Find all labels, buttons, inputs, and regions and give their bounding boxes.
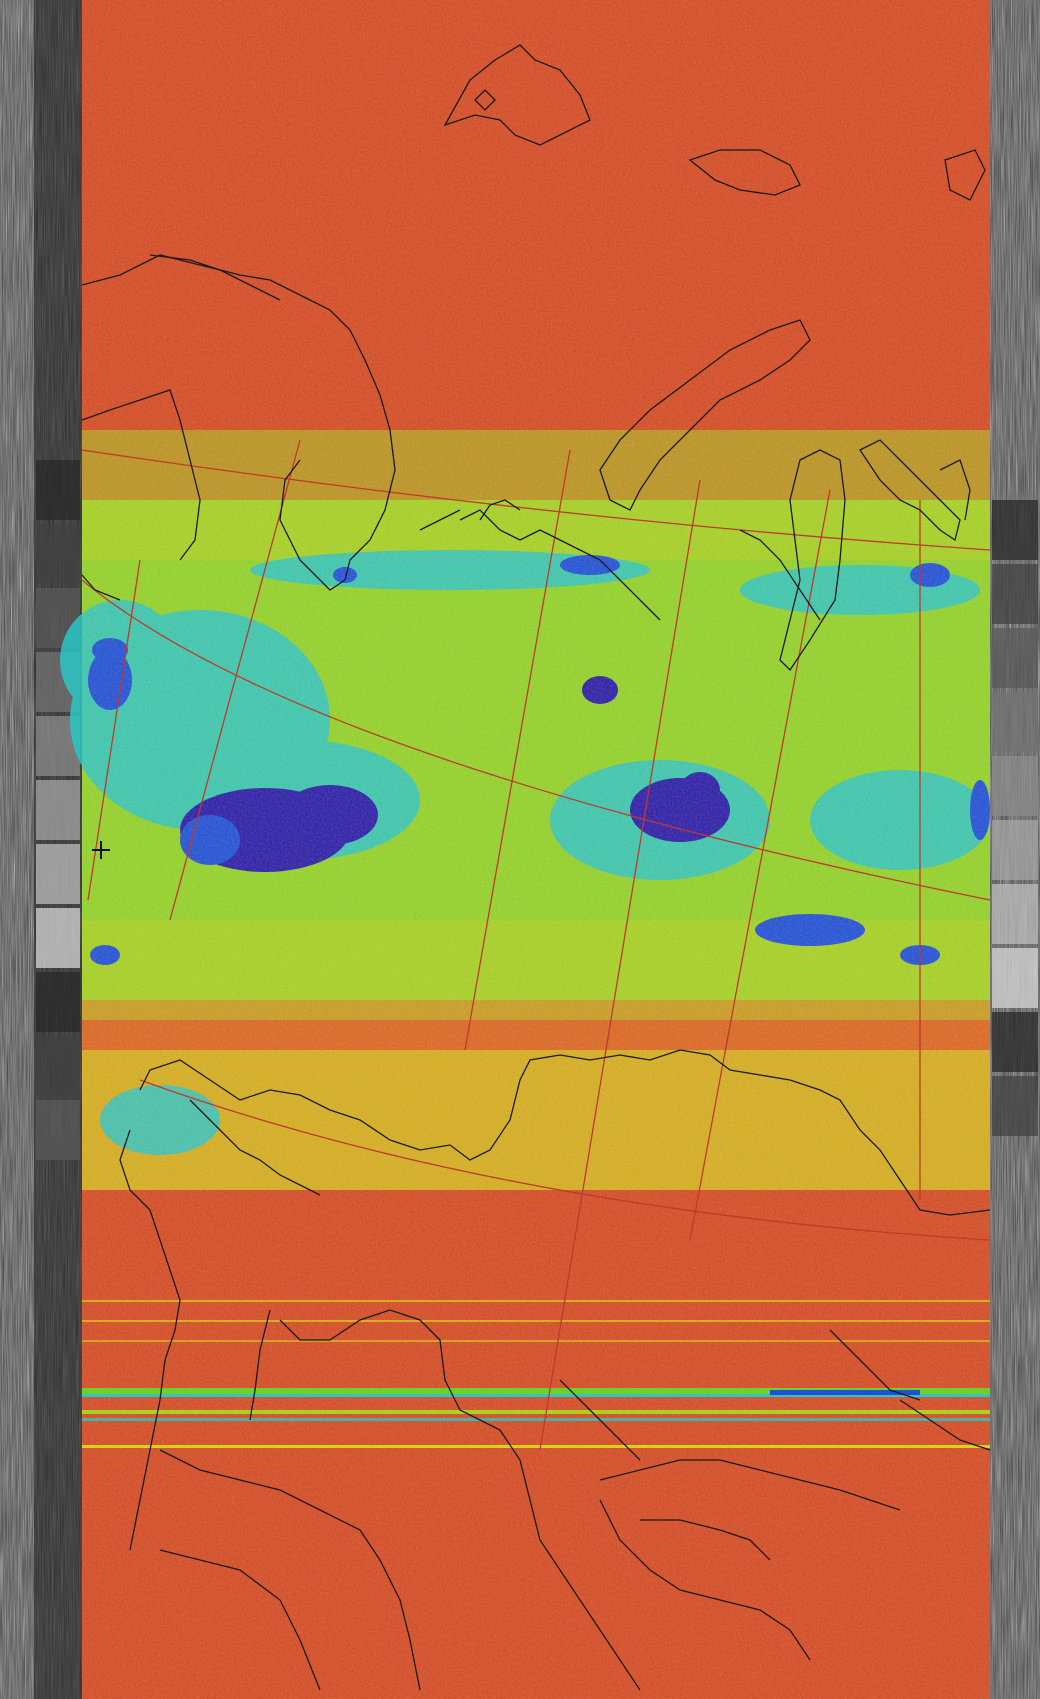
telemetry-wedge bbox=[36, 908, 80, 968]
right-telemetry-strip bbox=[990, 0, 1040, 1699]
telemetry-wedge bbox=[992, 628, 1038, 688]
telemetry-wedge bbox=[992, 820, 1038, 880]
telemetry-wedge bbox=[36, 844, 80, 904]
left-telemetry-strip bbox=[0, 0, 82, 1699]
telemetry-wedge bbox=[36, 460, 80, 520]
telemetry-wedge bbox=[36, 972, 80, 1032]
telemetry-wedge bbox=[36, 780, 80, 840]
telemetry-wedge bbox=[992, 756, 1038, 816]
telemetry-wedge bbox=[36, 524, 80, 584]
telemetry-wedge bbox=[992, 884, 1038, 944]
telemetry-wedge bbox=[992, 1012, 1038, 1072]
telemetry-wedge bbox=[992, 564, 1038, 624]
thermal-image-area bbox=[60, 0, 991, 1699]
telemetry-wedge bbox=[36, 1036, 80, 1096]
satellite-image-canvas bbox=[0, 0, 1040, 1699]
telemetry-wedge bbox=[992, 692, 1038, 752]
telemetry-wedge bbox=[36, 1100, 80, 1160]
satellite-image bbox=[0, 0, 1040, 1699]
telemetry-wedge bbox=[992, 948, 1038, 1008]
telemetry-wedge bbox=[992, 1076, 1038, 1136]
telemetry-wedge bbox=[992, 500, 1038, 560]
